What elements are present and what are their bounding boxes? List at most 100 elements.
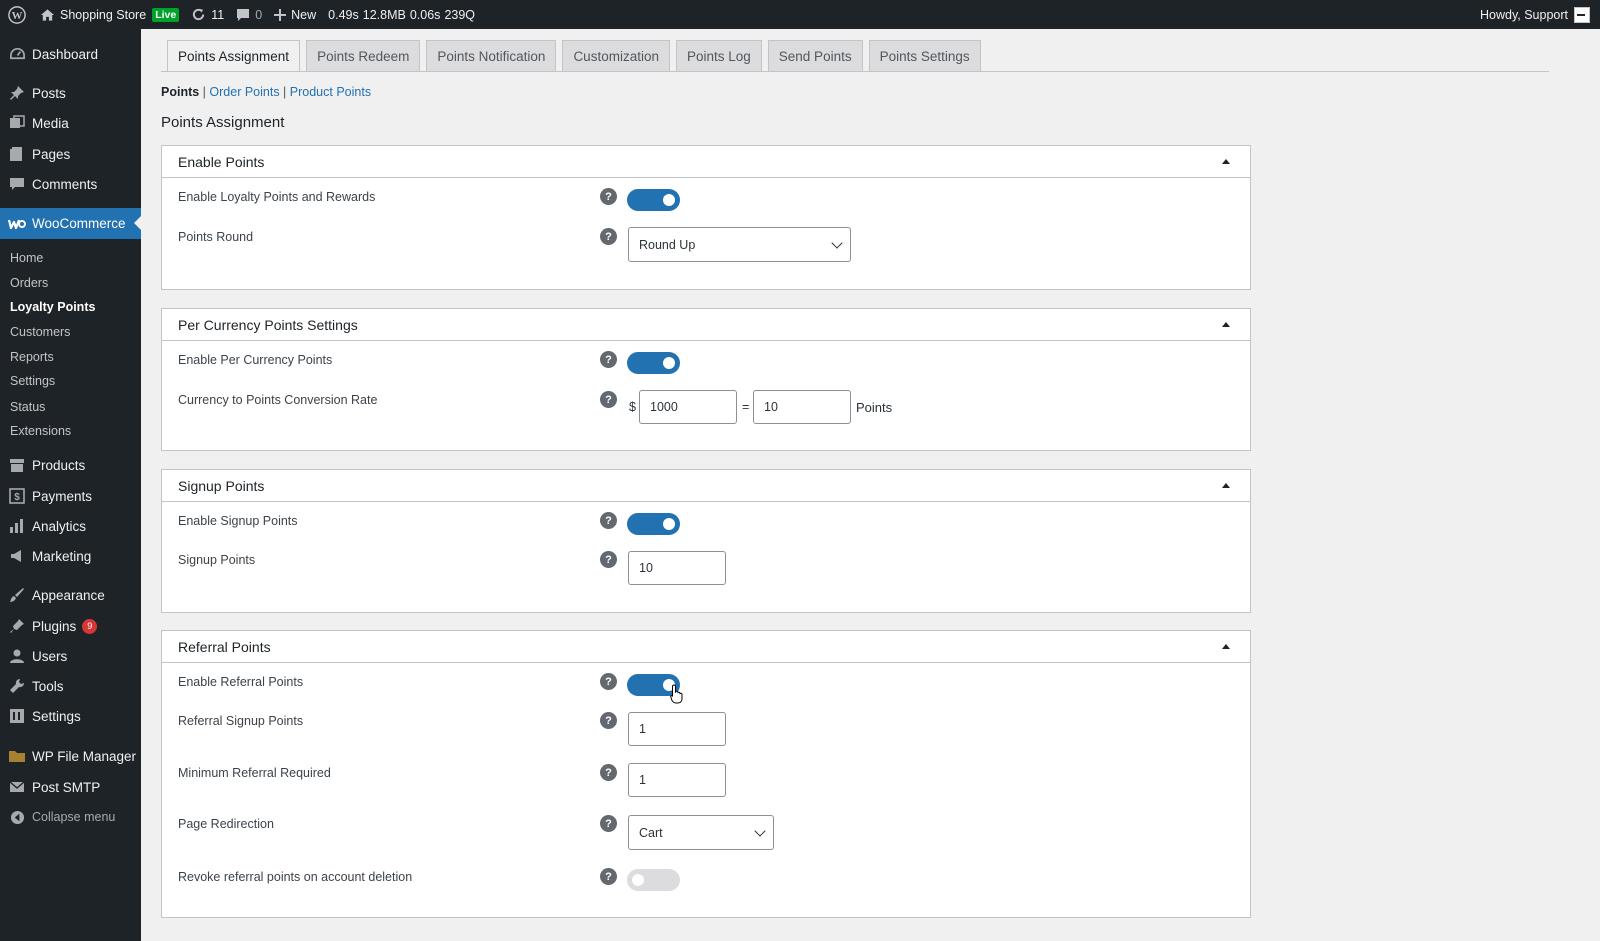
subnav-product-points[interactable]: Product Points: [290, 85, 371, 99]
revoke-referral-points-toggle[interactable]: [627, 869, 680, 891]
setting-label: Signup Points: [178, 553, 256, 567]
setting-label: Minimum Referral Required: [178, 766, 331, 780]
referral-signup-points-input[interactable]: 1: [628, 712, 726, 746]
new-content-link[interactable]: New: [268, 0, 322, 29]
panel-title: Enable Points: [178, 153, 265, 170]
submenu-loyalty-points[interactable]: Loyalty Points: [10, 300, 95, 314]
submenu-orders[interactable]: Orders: [10, 276, 48, 290]
subnav-order-points[interactable]: Order Points: [209, 85, 279, 99]
select-value: Cart: [639, 825, 663, 840]
menu-posts[interactable]: Posts: [0, 78, 141, 108]
main-content: Points Assignment Points Redeem Points N…: [141, 29, 1600, 941]
paintbrush-icon: [8, 586, 26, 604]
comments-link[interactable]: 0: [230, 0, 268, 29]
minimum-referral-input[interactable]: 1: [628, 763, 726, 797]
menu-payments[interactable]: $ Payments: [0, 481, 141, 511]
help-icon[interactable]: ?: [600, 551, 617, 568]
help-icon[interactable]: ?: [600, 712, 617, 729]
menu-woocommerce-label: WooCommerce: [32, 216, 126, 231]
collapse-arrow-icon[interactable]: [1222, 159, 1230, 164]
help-icon[interactable]: ?: [600, 351, 617, 368]
tab-points-notification[interactable]: Points Notification: [426, 40, 557, 72]
menu-media[interactable]: Media: [0, 108, 141, 138]
my-account-link[interactable]: Howdy, Support: [1480, 6, 1600, 23]
tab-send-points[interactable]: Send Points: [767, 40, 863, 72]
section-subnav: Points | Order Points | Product Points: [161, 85, 371, 99]
signup-points-input[interactable]: 10: [628, 551, 726, 585]
site-name-link[interactable]: Shopping Store Live: [34, 0, 185, 29]
select-value: Round Up: [639, 237, 696, 252]
setting-label: Currency to Points Conversion Rate: [178, 393, 378, 407]
tab-points-assignment[interactable]: Points Assignment: [167, 40, 301, 73]
menu-woocommerce[interactable]: WooCommerce: [0, 208, 141, 239]
menu-dashboard[interactable]: Dashboard: [0, 39, 141, 69]
help-icon[interactable]: ?: [600, 673, 617, 690]
collapse-arrow-icon[interactable]: [1222, 322, 1230, 327]
menu-settings[interactable]: Settings: [0, 701, 141, 731]
enable-per-currency-points-toggle[interactable]: [627, 352, 680, 374]
svg-text:W: W: [12, 10, 23, 22]
help-icon[interactable]: ?: [600, 764, 617, 781]
wrench-icon: [8, 677, 26, 695]
points-amount-input[interactable]: 10: [753, 390, 851, 424]
points-round-select[interactable]: Round Up: [628, 227, 851, 262]
enable-loyalty-points-toggle[interactable]: [627, 189, 680, 211]
menu-users[interactable]: Users: [0, 641, 141, 671]
menu-tools[interactable]: Tools: [0, 671, 141, 701]
menu-wp-file-manager[interactable]: WP File Manager: [0, 741, 141, 771]
panel-header[interactable]: Signup Points: [162, 470, 1250, 502]
collapse-arrow-icon[interactable]: [1222, 644, 1230, 649]
page-redirection-select[interactable]: Cart: [628, 815, 774, 850]
menu-appearance[interactable]: Appearance: [0, 580, 141, 610]
menu-plugins[interactable]: Plugins 9: [0, 611, 141, 641]
setting-row: Enable Per Currency Points ?: [178, 351, 1250, 387]
settings-tabs: Points Assignment Points Redeem Points N…: [167, 40, 981, 73]
menu-products[interactable]: Products: [0, 450, 141, 480]
collapse-arrow-icon[interactable]: [1222, 483, 1230, 488]
tab-points-redeem[interactable]: Points Redeem: [306, 40, 421, 72]
help-icon[interactable]: ?: [600, 815, 617, 832]
panel-per-currency-points: Per Currency Points Settings Enable Per …: [161, 308, 1251, 451]
query-monitor-link[interactable]: 0.49s 12.8MB 0.06s 239Q: [322, 0, 481, 29]
help-icon[interactable]: ?: [600, 868, 617, 885]
submenu-extensions[interactable]: Extensions: [10, 424, 71, 438]
currency-amount-input[interactable]: 1000: [639, 390, 737, 424]
updates-link[interactable]: 11: [185, 0, 230, 29]
menu-analytics[interactable]: Analytics: [0, 511, 141, 541]
panel-title: Signup Points: [178, 477, 265, 494]
help-icon[interactable]: ?: [600, 188, 617, 205]
tab-points-settings[interactable]: Points Settings: [868, 40, 981, 72]
panel-header[interactable]: Enable Points: [162, 146, 1250, 178]
avatar: [1574, 6, 1590, 23]
submenu-customers[interactable]: Customers: [10, 325, 70, 339]
wordpress-logo-icon[interactable]: W: [0, 0, 34, 29]
collapse-menu-label: Collapse menu: [32, 810, 116, 824]
menu-pages[interactable]: Pages: [0, 139, 141, 169]
tab-points-log[interactable]: Points Log: [675, 40, 762, 72]
menu-marketing[interactable]: Marketing: [0, 541, 141, 571]
enable-signup-points-toggle[interactable]: [627, 513, 680, 535]
tab-customization[interactable]: Customization: [562, 40, 670, 72]
menu-post-smtp[interactable]: Post SMTP: [0, 772, 141, 802]
submenu-home[interactable]: Home: [10, 251, 43, 265]
help-icon[interactable]: ?: [600, 228, 617, 245]
collapse-menu-button[interactable]: Collapse menu: [0, 802, 141, 832]
equals-sign: =: [742, 400, 750, 414]
subnav-points[interactable]: Points: [161, 85, 199, 99]
media-icon: [8, 114, 26, 132]
panel-header[interactable]: Referral Points: [162, 631, 1250, 663]
setting-label: Enable Loyalty Points and Rewards: [178, 190, 376, 204]
panel-header[interactable]: Per Currency Points Settings: [162, 309, 1250, 341]
tabs-divider: [161, 71, 1549, 72]
setting-label: Points Round: [178, 230, 254, 244]
help-icon[interactable]: ?: [600, 391, 617, 408]
updates-icon: [191, 7, 206, 22]
menu-dashboard-label: Dashboard: [32, 46, 99, 62]
submenu-settings[interactable]: Settings: [10, 374, 55, 388]
help-icon[interactable]: ?: [600, 512, 617, 529]
menu-comments[interactable]: Comments: [0, 169, 141, 199]
megaphone-icon: [8, 547, 26, 565]
submenu-reports[interactable]: Reports: [10, 350, 54, 364]
submenu-status[interactable]: Status: [10, 400, 45, 414]
points-unit: Points: [856, 400, 893, 415]
